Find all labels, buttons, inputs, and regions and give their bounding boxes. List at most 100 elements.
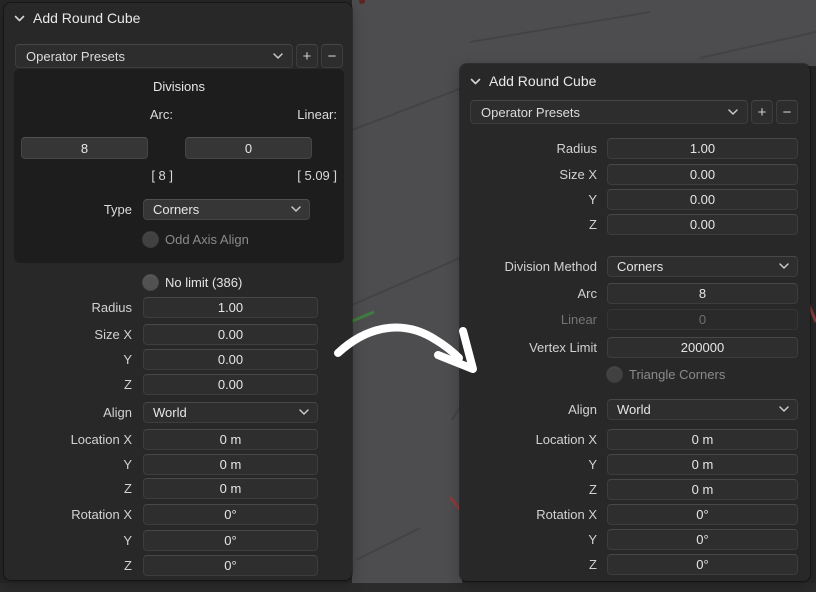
panel-title: Add Round Cube [33,10,141,26]
division-method-row: Division Method Corners [460,255,810,277]
location-x-label: Location X [70,431,132,447]
rotation-z-field[interactable]: 0° [607,553,798,575]
chevron-down-icon [291,206,301,212]
checkbox-circle-icon [143,232,158,247]
panel-title: Add Round Cube [489,73,597,89]
align-label: Align [103,404,132,420]
location-z-label: Z [124,480,132,496]
type-dropdown[interactable]: Corners [143,198,310,220]
arc-divisions-field[interactable]: 8 [21,137,148,159]
no-limit-checkbox[interactable]: No limit (386) [143,274,243,290]
size-x-row: Size X 0.00 [4,323,352,345]
remove-preset-button[interactable]: − [776,100,798,124]
chevron-down-icon [299,409,309,415]
chevron-down-icon [779,263,789,269]
minus-icon: − [782,103,792,121]
panel-header[interactable]: Add Round Cube [14,10,140,26]
operator-presets-label: Operator Presets [481,104,580,120]
size-z-label: Z [589,216,597,232]
align-row: Align World [4,401,352,423]
size-x-field[interactable]: 0.00 [143,323,318,345]
minus-icon: − [327,47,337,65]
redo-panel-after: Add Round Cube Operator Presets + − Radi… [460,64,810,581]
align-value: World [617,401,651,417]
size-y-field[interactable]: 0.00 [607,188,798,210]
size-z-field[interactable]: 0.00 [607,213,798,235]
size-y-label: Y [588,191,597,207]
panel-header[interactable]: Add Round Cube [470,73,596,89]
remove-preset-button[interactable]: − [321,44,343,68]
rotation-x-field[interactable]: 0° [607,503,798,525]
odd-axis-align-checkbox[interactable]: Odd Axis Align [143,232,249,247]
location-y-label: Y [588,456,597,472]
size-y-field[interactable]: 0.00 [143,348,318,370]
location-x-field[interactable]: 0 m [607,428,798,450]
location-z-field[interactable]: 0 m [143,477,318,499]
rotation-x-label: Rotation X [71,506,132,522]
vertex-limit-field[interactable]: 200000 [607,336,798,358]
division-method-value: Corners [617,258,664,274]
chevron-down-icon [779,406,789,412]
operator-presets-dropdown[interactable]: Operator Presets [15,44,293,68]
arc-field[interactable]: 8 [607,282,798,304]
rotation-x-field[interactable]: 0° [143,503,318,525]
radius-label: Radius [556,140,597,156]
location-z-row: Z 0 m [4,477,352,499]
operator-presets-dropdown[interactable]: Operator Presets [470,100,748,124]
size-y-row: Y 0.00 [460,188,810,210]
rotation-y-label: Y [588,531,597,547]
chevron-down-icon [470,78,481,84]
rotation-x-row: Rotation X 0° [460,503,810,525]
size-y-label: Y [123,351,132,367]
rotation-z-row: Z 0° [4,554,352,576]
type-label: Type [103,201,132,217]
size-x-row: Size X 0.00 [460,163,810,185]
rotation-y-field[interactable]: 0° [607,528,798,550]
add-preset-button[interactable]: + [751,100,773,124]
location-x-row: Location X 0 m [460,428,810,450]
chevron-down-icon [273,53,283,59]
size-x-label: Size X [559,166,597,182]
plus-icon: + [302,47,312,65]
linear-field: 0 [607,308,798,330]
location-y-row: Y 0 m [4,453,352,475]
size-z-field[interactable]: 0.00 [143,373,318,395]
checkbox-circle-icon [143,274,158,290]
rotation-z-field[interactable]: 0° [143,554,318,576]
radius-field[interactable]: 1.00 [143,296,318,318]
rotation-y-row: Y 0° [460,528,810,550]
divisions-subpanel: Divisions Arc: Linear: 8 0 [ 8 ] [ 5.09 … [14,69,344,263]
add-preset-button[interactable]: + [296,44,318,68]
odd-axis-align-label: Odd Axis Align [165,232,249,247]
redo-panel-before: Add Round Cube Operator Presets + − Divi… [4,3,352,580]
rotation-z-label: Z [124,557,132,573]
division-method-dropdown[interactable]: Corners [607,255,798,277]
triangle-corners-checkbox[interactable]: Triangle Corners [607,366,726,382]
rotation-y-field[interactable]: 0° [143,529,318,551]
triangle-corners-label: Triangle Corners [629,366,726,382]
rotation-y-label: Y [123,532,132,548]
arc-hint: [ 8 ] [151,168,173,183]
plus-icon: + [757,103,767,121]
linear-divisions-field[interactable]: 0 [185,137,312,159]
align-label: Align [568,401,597,417]
blender-viewport-screenshot: Add Round Cube Operator Presets + − Divi… [0,0,816,592]
location-y-field[interactable]: 0 m [143,453,318,475]
align-dropdown[interactable]: World [143,401,318,423]
arc-row: Arc 8 [460,282,810,304]
radius-field[interactable]: 1.00 [607,137,798,159]
divisions-title: Divisions [152,79,205,94]
linear-label: Linear [560,311,597,327]
location-x-field[interactable]: 0 m [143,428,318,450]
size-z-label: Z [124,376,132,392]
rotation-y-row: Y 0° [4,529,352,551]
location-z-field[interactable]: 0 m [607,478,798,500]
no-limit-label: No limit (386) [165,274,243,290]
vertex-limit-row: Vertex Limit 200000 [460,336,810,358]
size-x-field[interactable]: 0.00 [607,163,798,185]
location-z-label: Z [589,481,597,497]
align-dropdown[interactable]: World [607,398,798,420]
location-y-label: Y [123,456,132,472]
linear-hint: [ 5.09 ] [297,168,337,183]
location-y-field[interactable]: 0 m [607,453,798,475]
